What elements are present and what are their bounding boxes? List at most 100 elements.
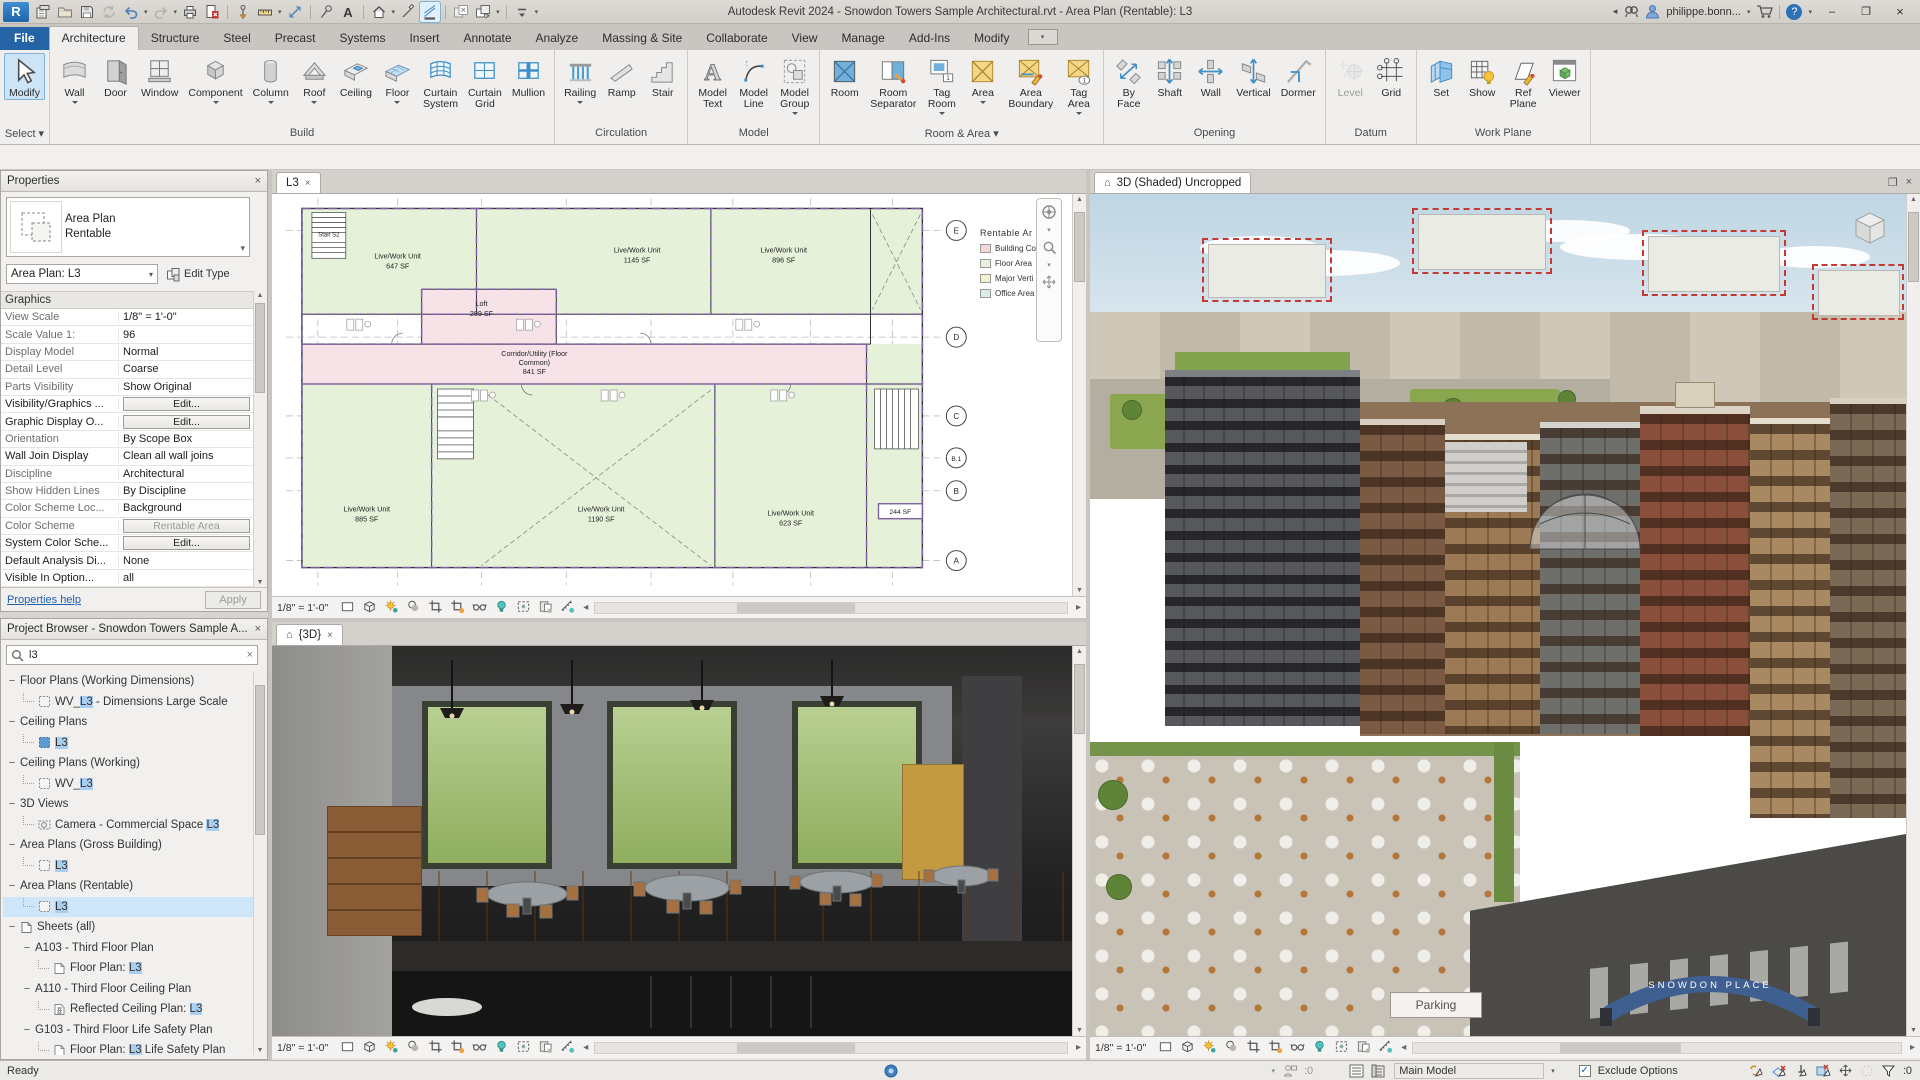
property-value[interactable]: Normal — [119, 346, 254, 358]
modify-button[interactable]: Modify — [4, 53, 45, 100]
user-avatar-icon[interactable] — [1645, 4, 1660, 19]
tag-room-button[interactable]: 1 Tag Room — [921, 53, 962, 119]
property-value[interactable]: Background — [119, 502, 254, 514]
tab-view[interactable]: View — [780, 27, 830, 50]
vc-crop-show-icon[interactable] — [450, 599, 465, 614]
tree-category[interactable]: − A103 - Third Floor Plan — [3, 938, 253, 959]
aligned-dim-button[interactable] — [285, 2, 305, 22]
property-value[interactable]: 1/8" = 1'-0" — [119, 311, 254, 323]
browser-search-input[interactable]: l3 × — [6, 645, 258, 665]
navigation-bar[interactable]: ▾ ▾ — [1036, 198, 1062, 342]
active-design-option-select[interactable]: Main Model — [1394, 1062, 1545, 1079]
vc-style-icon[interactable] — [340, 1039, 355, 1054]
tree-category[interactable]: − G103 - Third Floor Life Safety Plan — [3, 1020, 253, 1041]
exterior-view-tab[interactable]: ⌂ 3D (Shaded) Uncropped — [1094, 172, 1252, 193]
component-button[interactable]: Component — [183, 53, 247, 108]
tree-category[interactable]: − Area Plans (Gross Building) — [3, 835, 253, 856]
dropdown-caret-icon[interactable]: ▾ — [278, 8, 282, 16]
tab-steel[interactable]: Steel — [211, 27, 262, 50]
exterior-hscrollbar[interactable] — [1412, 1041, 1902, 1054]
dropdown-caret-icon[interactable]: ▾ — [144, 8, 148, 16]
switch-windows-button[interactable] — [473, 2, 493, 22]
plan-vscrollbar[interactable]: ▲ ▼ — [1072, 194, 1086, 596]
property-value[interactable]: Architectural — [119, 468, 254, 480]
exclude-options-checkbox[interactable]: ✓ — [1578, 1064, 1591, 1077]
interior-canvas[interactable] — [272, 646, 1072, 1036]
redo-button[interactable] — [151, 2, 171, 22]
menu-caret-icon[interactable] — [791, 112, 798, 118]
vc-worksets-icon[interactable] — [1356, 1039, 1371, 1054]
project-browser-close-icon[interactable]: × — [255, 623, 261, 635]
vc-crop-show-icon[interactable] — [450, 1039, 465, 1054]
collapse-chevron-icon[interactable]: ◂ — [583, 1042, 588, 1053]
design-option-caret-icon[interactable]: ▾ — [1551, 1067, 1555, 1075]
vc-style-icon[interactable] — [1158, 1039, 1173, 1054]
collapse-toggle-icon[interactable]: − — [7, 798, 17, 810]
vc-analytic-icon[interactable] — [560, 1039, 575, 1054]
menu-caret-icon[interactable] — [394, 101, 401, 107]
door-button[interactable]: Door — [95, 53, 136, 100]
area-button[interactable]: Area — [962, 53, 1003, 108]
collapse-toggle-icon[interactable]: − — [7, 675, 17, 687]
stair-button[interactable]: Stair — [642, 53, 683, 100]
room-button[interactable]: Room — [824, 53, 865, 100]
dormer-button[interactable]: Dormer — [1276, 53, 1321, 100]
wall-button[interactable]: Wall — [1190, 53, 1231, 100]
vc-crop-icon[interactable] — [428, 1039, 443, 1054]
restore-button[interactable]: ❐ — [1852, 3, 1880, 21]
tree-item[interactable]: L3 — [3, 896, 253, 917]
graphics-section-header[interactable]: Graphics — [1, 291, 254, 309]
view-restore-icon[interactable]: ❐ — [1888, 176, 1898, 189]
help-menu-caret-icon[interactable]: ▾ — [1808, 8, 1812, 16]
vc-reveal-icon[interactable] — [1334, 1039, 1349, 1054]
help-icon[interactable]: ? — [1786, 3, 1803, 20]
vc-detail-icon[interactable] — [362, 599, 377, 614]
modify-tab-options-caret-icon[interactable]: ▾ — [1027, 29, 1058, 45]
editing-requests-icon[interactable] — [1282, 1064, 1297, 1078]
vc-glasses-icon[interactable] — [1290, 1039, 1305, 1054]
worksets-dialog-icon[interactable] — [1349, 1064, 1364, 1078]
collapse-toggle-icon[interactable]: − — [7, 880, 17, 892]
floor-button[interactable]: Floor — [377, 53, 418, 108]
tab-systems[interactable]: Systems — [327, 27, 397, 50]
collapse-toggle-icon[interactable]: − — [7, 921, 17, 933]
revision-doc-button[interactable] — [202, 2, 222, 22]
app-store-cart-icon[interactable] — [1756, 4, 1774, 19]
vc-reveal-icon[interactable] — [516, 599, 531, 614]
tab-architecture[interactable]: Architecture — [48, 26, 139, 50]
pan-icon[interactable] — [1042, 275, 1056, 289]
property-value[interactable]: By Discipline — [119, 485, 254, 497]
pin-measure-button[interactable] — [233, 2, 253, 22]
vc-detail-icon[interactable] — [1180, 1039, 1195, 1054]
level-button[interactable]: .1 Level — [1330, 53, 1371, 100]
room-separator-button[interactable]: Room Separator — [865, 53, 921, 111]
select-by-face-icon[interactable] — [1815, 1063, 1831, 1078]
dropdown-caret-icon[interactable]: ▾ — [496, 8, 500, 16]
vc-crop-show-icon[interactable] — [1268, 1039, 1283, 1054]
vc-reveal-icon[interactable] — [516, 1039, 531, 1054]
browser-scrollbar[interactable]: ▼ — [253, 671, 266, 1055]
vc-glasses-icon[interactable] — [472, 1039, 487, 1054]
tab-analyze[interactable]: Analyze — [524, 27, 591, 50]
model-line-button[interactable]: Model Line — [733, 53, 774, 111]
view-cube[interactable] — [1848, 204, 1892, 248]
tab-modify[interactable]: Modify — [962, 27, 1021, 50]
worksets-caret-icon[interactable]: ▾ — [1271, 1067, 1275, 1075]
tag-button[interactable] — [316, 2, 336, 22]
property-edit-button[interactable]: Edit... — [123, 414, 250, 429]
menu-caret-icon[interactable] — [979, 101, 986, 107]
menu-caret-icon[interactable] — [1075, 112, 1082, 118]
property-value[interactable]: By Scope Box — [119, 433, 254, 445]
vc-bulb-icon[interactable] — [494, 599, 509, 614]
tree-item[interactable]: Floor Plan: L3 Life Safety Plan — [3, 1040, 253, 1055]
tab-structure[interactable]: Structure — [139, 27, 212, 50]
property-value[interactable]: Show Original — [119, 381, 254, 393]
curtain-system-button[interactable]: Curtain System — [418, 53, 463, 111]
collapse-chevron-icon[interactable]: ◂ — [583, 602, 588, 613]
tree-item[interactable]: Floor Plan: L3 — [3, 958, 253, 979]
plan-view-tab[interactable]: L3 × — [276, 172, 321, 193]
vertical-button[interactable]: Vertical — [1231, 53, 1275, 100]
set-button[interactable]: Set — [1421, 53, 1462, 100]
properties-scrollbar[interactable]: ▲ ▼ — [253, 291, 266, 587]
tree-category[interactable]: − Ceiling Plans — [3, 712, 253, 733]
